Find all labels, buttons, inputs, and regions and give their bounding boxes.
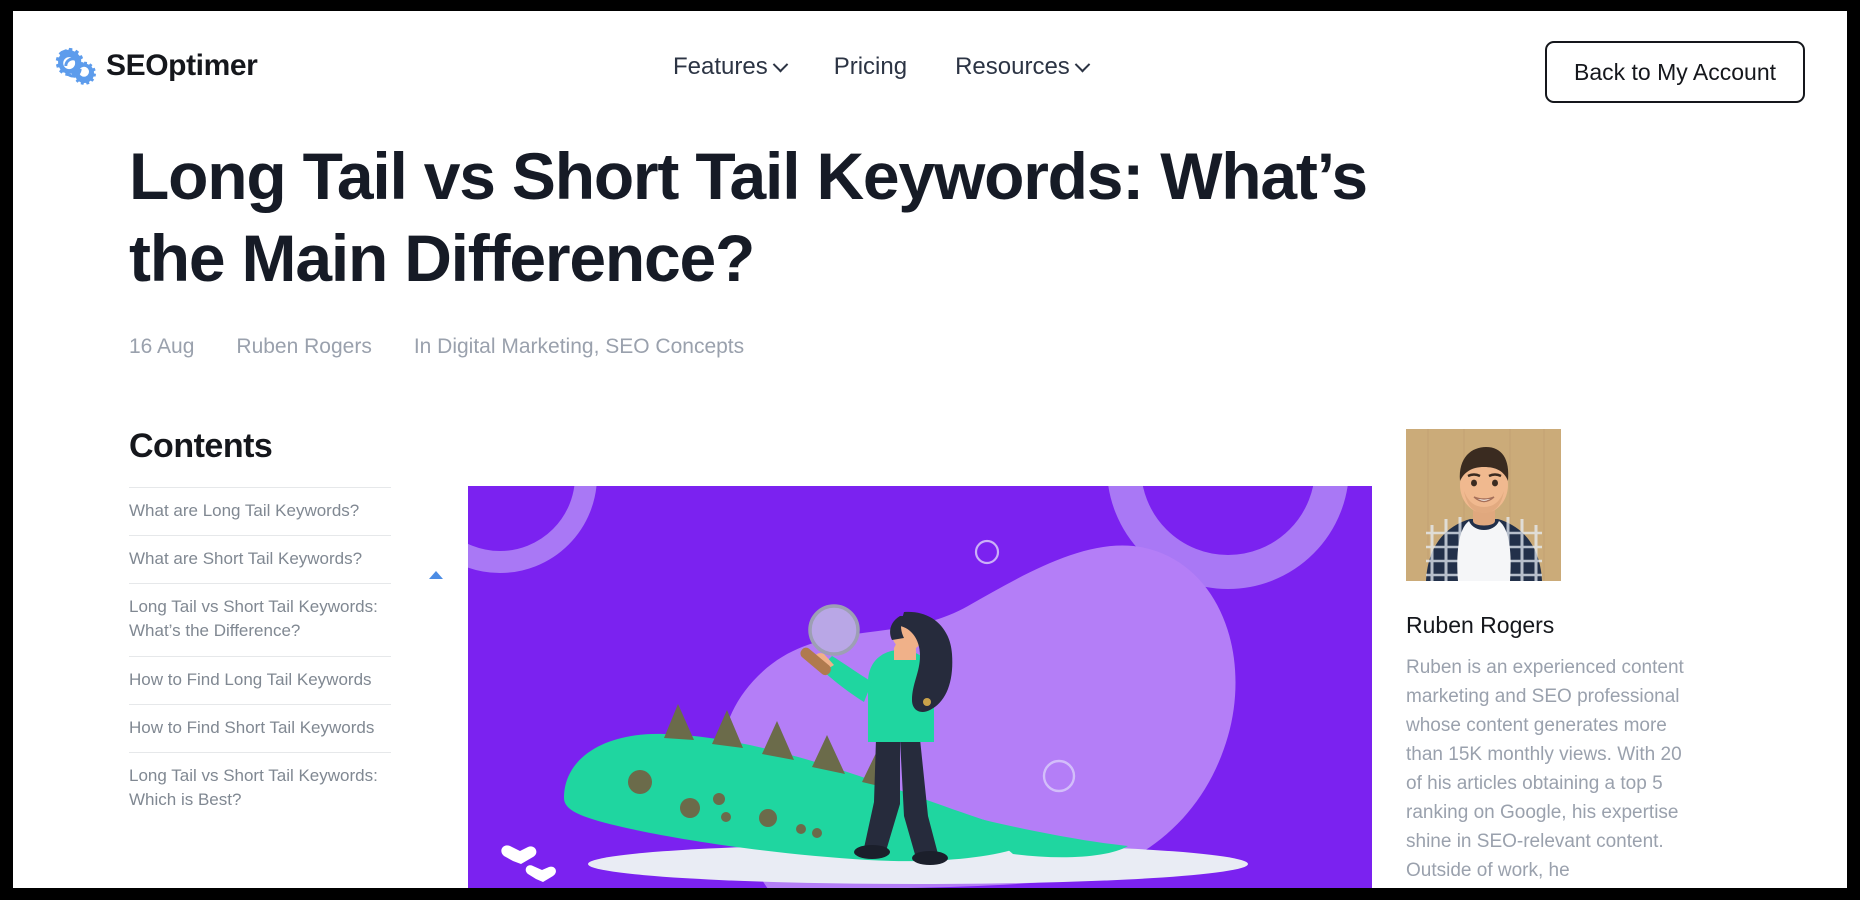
list-item[interactable]: What are Short Tail Keywords? — [129, 535, 391, 583]
chevron-down-icon — [1074, 56, 1091, 72]
category-links[interactable]: In Digital Marketing, SEO Concepts — [414, 336, 744, 357]
nav-item-label: Features — [673, 53, 768, 80]
contents-heading: Contents — [129, 427, 273, 465]
page-viewport: SEOptimer Features Pricing Resources Bac… — [13, 11, 1847, 888]
publish-date: 16 Aug — [129, 334, 195, 358]
list-item[interactable]: How to Find Short Tail Keywords — [129, 703, 391, 752]
article-meta: 16 Aug Ruben Rogers In Digital Marketing… — [129, 336, 1609, 357]
table-of-contents: Contents What are Long Tail Keywords? Wh… — [129, 427, 443, 824]
back-to-my-account-button[interactable]: Back to My Account — [1545, 41, 1805, 103]
list-item[interactable]: Long Tail vs Short Tail Keywords: Which … — [129, 751, 391, 824]
logo-text: SEOptimer — [106, 49, 258, 82]
article-body: Contents What are Long Tail Keywords? Wh… — [13, 429, 1847, 888]
contents-list: What are Long Tail Keywords? What are Sh… — [129, 487, 391, 824]
hero-illustration — [468, 486, 1372, 888]
browser-frame: SEOptimer Features Pricing Resources Bac… — [0, 0, 1860, 900]
author-bio: Ruben is an experienced content marketin… — [1406, 657, 1684, 882]
author-link[interactable]: Ruben Rogers — [236, 336, 371, 357]
list-item[interactable]: What are Long Tail Keywords? — [129, 487, 391, 535]
article-header: Long Tail vs Short Tail Keywords: What’s… — [129, 136, 1609, 357]
avatar — [1406, 429, 1561, 581]
site-header: SEOptimer Features Pricing Resources Bac… — [13, 11, 1847, 117]
site-logo[interactable]: SEOptimer — [50, 43, 258, 89]
author-name: Ruben Rogers — [1406, 612, 1555, 638]
list-item[interactable]: Long Tail vs Short Tail Keywords: What’s… — [129, 583, 391, 655]
caret-up-icon[interactable] — [429, 571, 443, 579]
author-card: Ruben Rogers Ruben is an experienced con… — [1406, 429, 1706, 886]
gear-refresh-icon — [50, 43, 96, 89]
nav-item-features[interactable]: Features — [673, 53, 788, 80]
nav-item-label: Resources — [955, 53, 1070, 80]
chevron-down-icon — [772, 56, 788, 72]
nav-item-resources[interactable]: Resources — [955, 53, 1091, 80]
list-item[interactable]: How to Find Long Tail Keywords — [129, 655, 391, 704]
nav-item-label: Pricing — [833, 53, 908, 80]
page-title: Long Tail vs Short Tail Keywords: What’s… — [129, 139, 1368, 295]
nav-item-pricing[interactable]: Pricing — [834, 55, 907, 79]
main-navigation: Features Pricing Resources — [673, 53, 1091, 80]
